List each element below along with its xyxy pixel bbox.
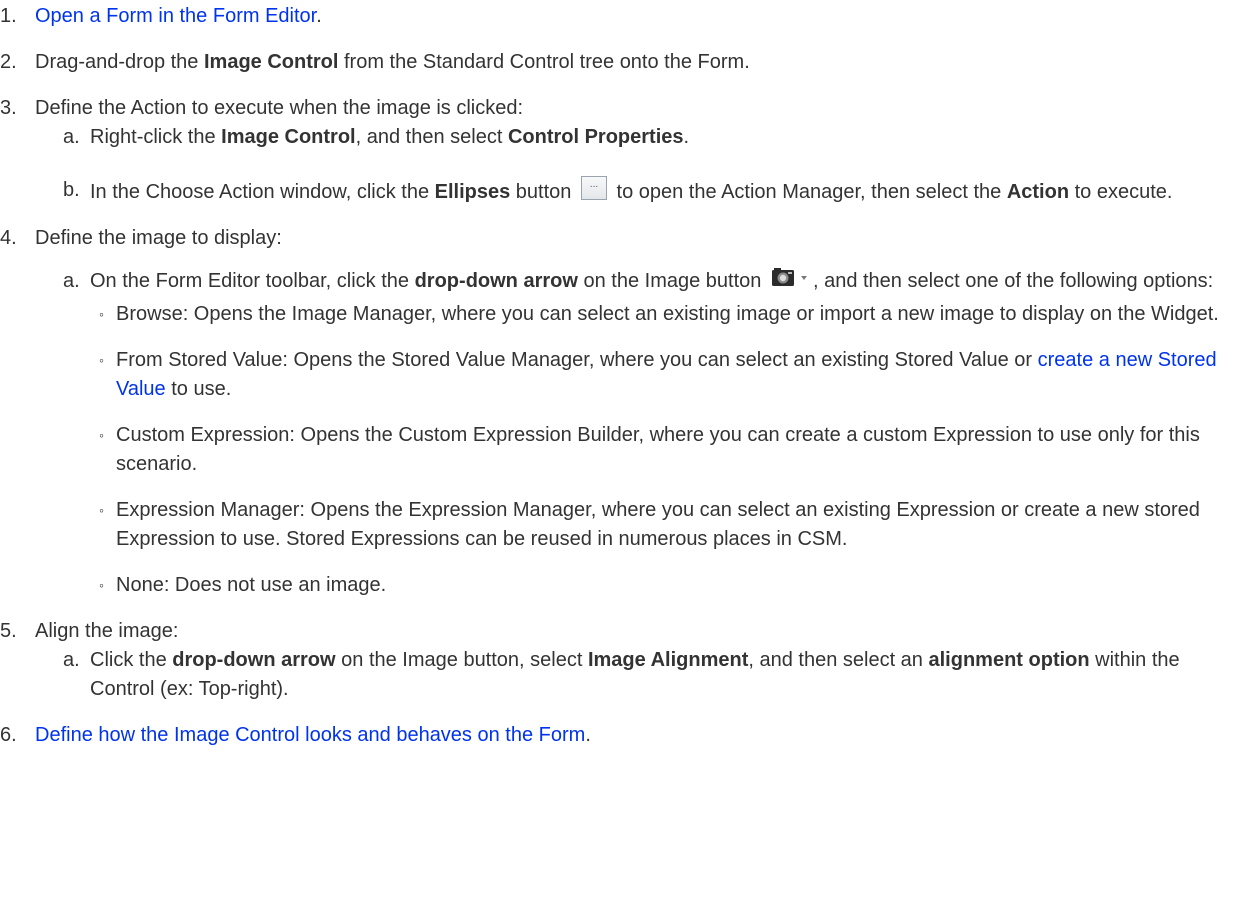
option-none: ◦ None: Does not use an image. [90,571,1220,600]
substep-text: Click the [90,649,173,671]
image-button-icon [771,267,811,298]
substep-4a: a. On the Form Editor toolbar, click the… [35,267,1220,600]
substep-3b: b. In the Choose Action window, click th… [35,176,1220,207]
option-text: to use. [165,378,232,400]
option-from-stored-value: ◦ From Stored Value: Opens the Stored Va… [90,346,1220,404]
option-custom-expression: ◦ Custom Expression: Opens the Custom Ex… [90,421,1220,479]
substep-label: a. [63,649,80,671]
step-number: 4. [0,227,17,249]
step-number: 5. [0,620,17,642]
bullet-icon: ◦ [99,427,104,443]
step-1: 1. Open a Form in the Form Editor. [0,2,1220,31]
substep-text: button [510,181,577,203]
substep-text: , and then select an [748,649,929,671]
bullet-icon: ◦ [99,306,104,322]
substep-text: . [683,126,690,148]
define-image-control-link[interactable]: Define how the Image Control looks and b… [35,724,585,746]
substep-text: On the Form Editor toolbar, click the [90,270,415,292]
option-text: From Stored Value: Opens the Stored Valu… [116,349,1038,371]
substep-label: b. [63,179,80,201]
dropdown-arrow-icon [800,276,807,280]
substep-text: , and then select [355,126,508,148]
bold-term: drop-down arrow [414,270,578,292]
ellipses-button-icon: ... [580,176,607,200]
step-text: Align the image: [35,620,179,642]
punctuation: . [585,724,591,746]
substep-label: a. [63,126,80,148]
step-3: 3. Define the Action to execute when the… [0,94,1220,207]
step-5: 5. Align the image: a. Click the drop-do… [0,617,1220,704]
bold-term: Image Alignment [587,649,749,671]
option-text: Custom Expression: Opens the Custom Expr… [116,424,1200,475]
bullet-icon: ◦ [99,352,104,368]
substep-5a: a. Click the drop-down arrow on the Imag… [35,646,1220,704]
bold-term: Image Control [203,51,339,73]
step-text: from the Standard Control tree onto the … [338,51,750,73]
option-list: ◦ Browse: Opens the Image Manager, where… [90,300,1220,600]
ellipses-glyph: ... [589,179,599,190]
procedure-document: 1. Open a Form in the Form Editor. 2. Dr… [0,0,1240,750]
option-text: Browse: Opens the Image Manager, where y… [116,303,1219,325]
step-list: 1. Open a Form in the Form Editor. 2. Dr… [0,2,1220,750]
step-text: Define the Action to execute when the im… [35,97,524,119]
bold-term: alignment option [928,649,1090,671]
bullet-icon: ◦ [99,502,104,518]
step-number: 1. [0,5,17,27]
step-text: Define the image to display: [35,227,282,249]
step-number: 2. [0,51,17,73]
bold-term: drop-down arrow [172,649,336,671]
bold-term: Control Properties [507,126,684,148]
step-2: 2. Drag-and-drop the Image Control from … [0,48,1220,77]
open-form-link[interactable]: Open a Form in the Form Editor [35,5,316,27]
step-text: Drag-and-drop the [35,51,204,73]
bold-term: Ellipses [434,181,511,203]
substep-text: to execute. [1069,181,1173,203]
substep-text: Right-click the [90,126,222,148]
step-6: 6. Define how the Image Control looks an… [0,721,1220,750]
bold-term: Image Control [221,126,356,148]
step-number: 3. [0,97,17,119]
step-number: 6. [0,724,17,746]
step-4: 4. Define the image to display: a. On th… [0,224,1220,600]
bold-term: Action [1006,181,1070,203]
punctuation: . [316,5,322,27]
option-text: Expression Manager: Opens the Expression… [116,499,1200,550]
substep-text: In the Choose Action window, click the [90,181,435,203]
option-browse: ◦ Browse: Opens the Image Manager, where… [90,300,1220,329]
substep-label: a. [63,270,80,292]
substep-text: on the Image button [577,270,767,292]
substep-text: , and then select one of the following o… [812,270,1214,292]
substep-text: to open the Action Manager, then select … [610,181,1007,203]
bullet-icon: ◦ [99,577,104,593]
camera-icon [771,268,807,286]
option-expression-manager: ◦ Expression Manager: Opens the Expressi… [90,496,1220,554]
substep-text: on the Image button, select [335,649,588,671]
substep-3a: a. Right-click the Image Control, and th… [35,123,1220,152]
option-text: None: Does not use an image. [116,574,387,596]
